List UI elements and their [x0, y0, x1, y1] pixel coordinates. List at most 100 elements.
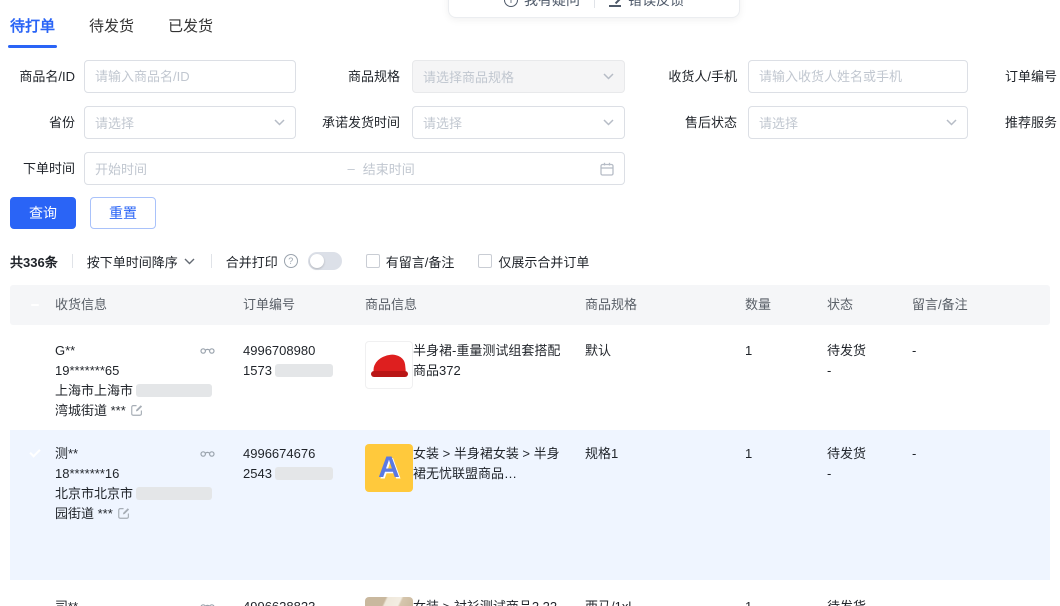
receiver-street: 园街道 *** — [55, 504, 215, 524]
chevron-down-icon — [946, 119, 957, 126]
merge-print-control: 合并打印 — [226, 252, 342, 271]
redacted-blur — [136, 487, 212, 500]
promise-time-select[interactable]: 请选择 — [412, 106, 625, 139]
chevron-down-icon — [274, 119, 285, 126]
start-time-placeholder: 开始时间 — [95, 159, 147, 178]
virtual-number-icon[interactable] — [200, 345, 215, 355]
end-time-field[interactable]: – 结束时间 — [348, 159, 601, 178]
product-title: 女装 > 半身裙女装 > 半身裙无忧联盟商品… — [413, 444, 571, 484]
virtual-number-icon[interactable] — [200, 601, 215, 606]
chevron-down-icon — [184, 258, 195, 265]
sort-label: 按下单时间降序 — [87, 252, 178, 271]
product-title: 半身裙-重量测试组套搭配商品372 — [413, 341, 571, 381]
recommend-service-label: 推荐服务 — [1005, 106, 1060, 139]
order-status: 待发货 - — [827, 597, 866, 606]
feedback-label: 错误反馈 — [628, 0, 684, 10]
pen-icon — [609, 0, 622, 7]
order-number: 4996708980 1573 — [243, 341, 333, 381]
note-filter-label: 有留言/备注 — [386, 252, 455, 271]
order-time-range-picker[interactable]: 开始时间 – 结束时间 — [84, 152, 625, 185]
table-row: 测** 18*******16 北京市北京市 园街道 *** — [10, 430, 1050, 580]
promise-time-label: 承诺发货时间 — [300, 106, 400, 139]
feedback-button[interactable]: 错误反馈 — [609, 0, 684, 10]
order-status: 待发货 - — [827, 341, 866, 381]
after-sale-label: 售后状态 — [637, 106, 737, 139]
product-title: 女装 > 衬衫测试商品2 22 — [413, 597, 571, 606]
product-thumbnail — [365, 444, 413, 492]
order-time-label: 下单时间 — [0, 152, 75, 185]
order-tabs: 待打单 待发货 已发货 — [10, 15, 213, 48]
product-spec-select[interactable]: 请选择商品规格 — [412, 60, 625, 93]
filter-row-2: 省份 请选择 承诺发货时间 请选择 售后状态 请选择 推荐服务 — [0, 106, 1060, 139]
receiver-phone: 19*******65 — [55, 361, 215, 381]
product-spec: 西马/1xl — [585, 597, 631, 606]
table-row: G** 19*******65 上海市上海市 湾城街道 *** — [10, 327, 1050, 427]
receiver-info: 测** 18*******16 北京市北京市 园街道 *** — [55, 444, 215, 524]
header-status: 状态 — [827, 285, 853, 325]
help-button[interactable]: 我有疑问 — [504, 0, 580, 10]
product-spec-label: 商品规格 — [300, 60, 400, 93]
note: - — [912, 341, 916, 361]
list-toolbar: 共336条 按下单时间降序 合并打印 有留言/备注 仅展示合并订单 — [10, 250, 613, 272]
merge-print-label: 合并打印 — [226, 252, 278, 271]
header-note: 留言/备注 — [912, 285, 968, 325]
note-filter-checkbox[interactable] — [366, 254, 380, 268]
receiver-street: 湾城街道 *** — [55, 401, 215, 421]
header-order-no: 订单编号 — [243, 285, 295, 325]
orders-table: 收货信息 订单编号 商品信息 商品规格 数量 状态 留言/备注 G** — [10, 285, 1050, 583]
after-sale-placeholder: 请选择 — [759, 113, 798, 132]
receiver-info: G** 19*******65 上海市上海市 湾城街道 *** — [55, 341, 215, 421]
receiver-info: 司** 17*******56 北京市北京市 — [55, 597, 215, 606]
total-count: 共336条 — [10, 252, 58, 271]
divider — [72, 254, 73, 268]
receiver-name: G** — [55, 341, 215, 361]
reset-button[interactable]: 重置 — [90, 197, 156, 229]
product-name-input[interactable] — [84, 60, 296, 93]
redacted-blur — [275, 467, 333, 480]
province-label: 省份 — [0, 106, 75, 139]
tab-pending-ship[interactable]: 待发货 — [89, 15, 134, 48]
table-header: 收货信息 订单编号 商品信息 商品规格 数量 状态 留言/备注 — [10, 285, 1050, 325]
receiver-region: 北京市北京市 — [55, 484, 215, 504]
filter-row-3: 下单时间 开始时间 – 结束时间 — [0, 152, 1060, 185]
order-management-page: 我有疑问 错误反馈 待打单 待发货 已发货 商品名/ID 商品规格 请选择商品规… — [0, 0, 1060, 606]
note-filter-control: 有留言/备注 — [366, 252, 455, 271]
info-circle-icon — [504, 0, 518, 7]
divider — [211, 254, 212, 268]
merged-only-label: 仅展示合并订单 — [498, 252, 589, 271]
virtual-number-icon[interactable] — [200, 448, 215, 458]
promise-time-placeholder: 请选择 — [423, 113, 462, 132]
edit-square-icon[interactable] — [130, 403, 144, 417]
sort-dropdown[interactable]: 按下单时间降序 — [87, 252, 195, 271]
after-sale-select[interactable]: 请选择 — [748, 106, 968, 139]
header-receiver: 收货信息 — [55, 285, 107, 325]
chevron-down-icon — [603, 119, 614, 126]
redacted-blur — [136, 384, 212, 397]
edit-square-icon[interactable] — [117, 506, 131, 520]
order-status: 待发货 - — [827, 444, 866, 484]
start-time-field[interactable]: 开始时间 — [95, 159, 348, 178]
header-spec: 商品规格 — [585, 285, 637, 325]
province-select[interactable]: 请选择 — [84, 106, 296, 139]
redacted-blur — [275, 364, 333, 377]
product-spec: 规格1 — [585, 444, 618, 464]
header-qty: 数量 — [745, 285, 771, 325]
receiver-phone: 18*******16 — [55, 464, 215, 484]
province-placeholder: 请选择 — [95, 113, 134, 132]
receiver-name: 司** — [55, 597, 215, 606]
search-button[interactable]: 查询 — [10, 197, 76, 229]
merged-only-checkbox[interactable] — [478, 254, 492, 268]
range-separator: – — [348, 161, 355, 176]
tab-pending-print[interactable]: 待打单 — [10, 15, 55, 48]
merge-print-toggle[interactable] — [308, 252, 342, 270]
product-thumbnail — [365, 341, 413, 389]
help-label: 我有疑问 — [524, 0, 580, 10]
question-circle-icon[interactable] — [284, 254, 298, 268]
end-time-placeholder: 结束时间 — [363, 159, 415, 178]
chevron-down-icon — [603, 73, 614, 80]
table-rows: G** 19*******65 上海市上海市 湾城街道 *** — [10, 327, 1050, 580]
product-name-label: 商品名/ID — [0, 60, 75, 93]
order-no-label: 订单编号 — [1005, 60, 1060, 93]
receiver-input[interactable] — [748, 60, 968, 93]
tab-shipped[interactable]: 已发货 — [168, 15, 213, 48]
